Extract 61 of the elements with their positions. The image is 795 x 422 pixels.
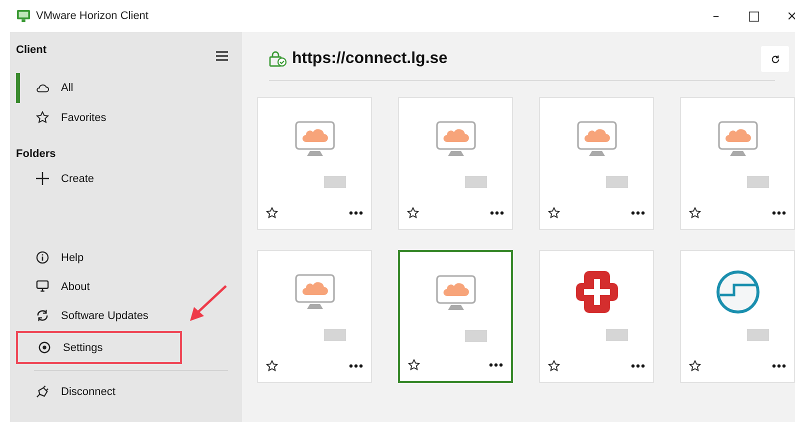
- secure-lock-icon: [269, 51, 287, 67]
- sidebar-item[interactable]: Help: [16, 243, 178, 272]
- more-icon[interactable]: [349, 364, 363, 368]
- refresh-button[interactable]: [761, 46, 789, 72]
- more-icon[interactable]: [349, 211, 363, 215]
- sidebar-item[interactable]: Software Updates: [16, 301, 178, 330]
- refresh-icon: [36, 309, 49, 322]
- cloud-desktop-icon: [576, 121, 616, 157]
- create-folder-button[interactable]: Create: [16, 164, 178, 193]
- more-icon[interactable]: [631, 364, 645, 368]
- cloud-desktop-icon: [436, 275, 476, 311]
- star-icon[interactable]: [548, 207, 560, 219]
- sidebar-item[interactable]: All: [16, 73, 178, 103]
- cloud-desktop-icon: [718, 121, 758, 157]
- redacted-name: [324, 329, 346, 341]
- menu-icon[interactable]: [216, 51, 228, 61]
- plug-icon: [36, 385, 49, 398]
- info-icon: [36, 251, 49, 264]
- sidebar-item[interactable]: Settings: [18, 333, 180, 362]
- circle-logo-icon: [716, 270, 760, 314]
- section-heading: Client: [16, 44, 47, 56]
- redacted-name: [606, 329, 628, 341]
- redacted-name: [324, 176, 346, 188]
- redacted-name: [606, 176, 628, 188]
- more-icon[interactable]: [772, 211, 786, 215]
- redacted-name: [746, 329, 768, 341]
- redacted-name: [746, 176, 768, 188]
- plus-icon: [36, 172, 49, 185]
- more-icon[interactable]: [489, 363, 503, 367]
- star-icon[interactable]: [689, 360, 701, 372]
- more-icon[interactable]: [631, 211, 645, 215]
- star-icon[interactable]: [548, 360, 560, 372]
- disconnect-button[interactable]: Disconnect: [16, 377, 178, 406]
- sidebar-item[interactable]: About: [16, 272, 178, 301]
- annotation-arrow: [188, 284, 228, 324]
- refresh-icon: [770, 54, 780, 64]
- star-icon[interactable]: [407, 207, 419, 219]
- minimize-button[interactable]: –: [705, 8, 727, 24]
- cloud-icon: [36, 83, 49, 93]
- cloud-desktop-icon: [294, 274, 334, 310]
- window-title: VMware Horizon Client: [36, 10, 148, 22]
- maximize-button[interactable]: □: [743, 8, 765, 24]
- monitor-icon: [36, 280, 49, 293]
- cloud-desktop-icon: [294, 121, 334, 157]
- star-icon[interactable]: [408, 359, 420, 371]
- section-heading: Folders: [16, 148, 57, 160]
- medical-cross-icon: [574, 269, 620, 315]
- app-logo-icon: [17, 10, 30, 22]
- settings-icon: [38, 341, 51, 354]
- cloud-desktop-icon: [436, 121, 476, 157]
- more-icon[interactable]: [772, 364, 786, 368]
- star-icon[interactable]: [266, 360, 278, 372]
- redacted-name: [464, 176, 486, 188]
- star-icon: [36, 111, 49, 124]
- star-icon[interactable]: [266, 207, 278, 219]
- more-icon[interactable]: [490, 211, 504, 215]
- star-icon[interactable]: [689, 207, 701, 219]
- desktop-tile[interactable]: [398, 250, 513, 383]
- server-url: https://connect.lg.se: [292, 50, 448, 68]
- redacted-name: [464, 330, 486, 342]
- sidebar-item[interactable]: Favorites: [16, 103, 178, 132]
